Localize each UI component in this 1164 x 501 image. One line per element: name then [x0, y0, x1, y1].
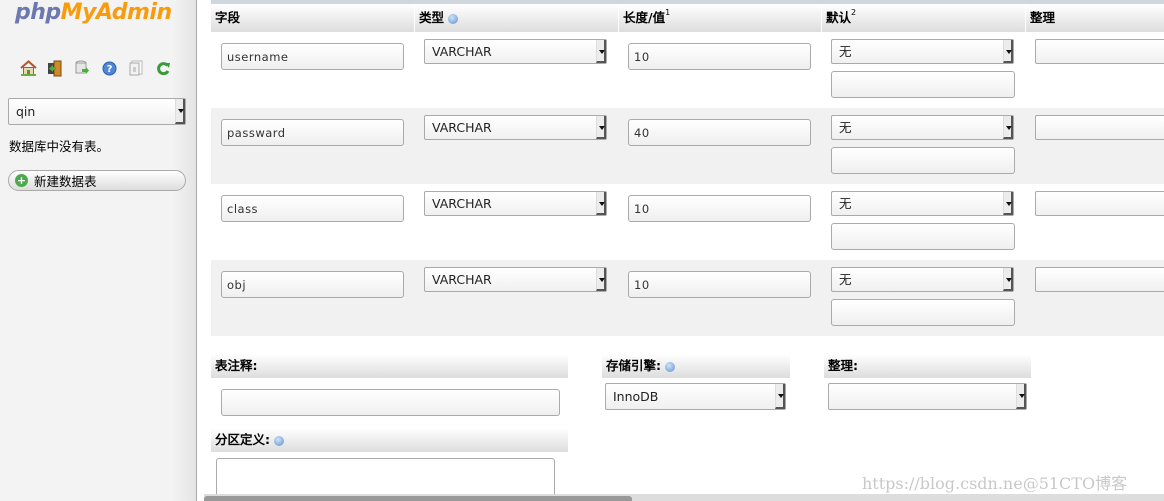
header-type-label: 类型 — [419, 10, 445, 25]
partition-label: 分区定义: — [215, 432, 270, 447]
column-name-input[interactable]: obj — [221, 271, 404, 298]
column-type-select[interactable]: VARCHAR — [424, 115, 607, 140]
svg-text:?: ? — [106, 64, 112, 75]
new-table-button-label: 新建数据表 — [34, 174, 97, 189]
header-type: 类型 — [414, 4, 618, 32]
help-icon[interactable] — [274, 435, 284, 446]
storage-engine-value: InnoDB — [613, 389, 659, 404]
column-collation-select[interactable] — [1035, 267, 1164, 292]
table-comment-header: 表注释: — [211, 354, 568, 378]
column-default-select[interactable]: 无 — [831, 39, 1014, 64]
storage-engine-label: 存储引擎: — [606, 358, 661, 373]
column-length-input[interactable]: 10 — [628, 271, 811, 298]
no-tables-message: 数据库中没有表。 — [9, 139, 110, 154]
logout-icon[interactable] — [46, 59, 64, 77]
chevron-down-icon — [775, 384, 785, 409]
header-collation-label: 整理 — [1030, 10, 1056, 25]
column-collation-select[interactable] — [1035, 115, 1164, 140]
logo-myadmin-text: MyAdmin — [60, 0, 172, 25]
column-name-input[interactable]: class — [221, 195, 404, 222]
logo-php-text: php — [15, 0, 61, 25]
nav-icon-bar: ? — [19, 59, 181, 77]
column-type-value: VARCHAR — [432, 196, 492, 211]
query-window-icon[interactable] — [73, 59, 91, 77]
table-collation-select[interactable] — [828, 383, 1027, 410]
scrollbar-thumb[interactable] — [204, 496, 632, 501]
storage-engine-select[interactable]: InnoDB — [605, 383, 786, 410]
new-table-button[interactable]: + 新建数据表 — [8, 170, 186, 191]
column-default-value: 无 — [839, 196, 852, 211]
table-comment-label: 表注释: — [215, 358, 258, 373]
column-default-select[interactable]: 无 — [831, 191, 1014, 216]
header-name: 字段 — [211, 4, 414, 32]
column-default-value: 无 — [839, 272, 852, 287]
header-length: 长度/值1 — [618, 4, 821, 32]
column-name-input[interactable]: passward — [221, 119, 404, 146]
table-row: username VARCHAR 10 无 — [211, 32, 1164, 108]
column-length-input[interactable]: 40 — [628, 119, 811, 146]
column-default-value: 无 — [839, 44, 852, 59]
column-default-value-input[interactable] — [831, 223, 1015, 250]
columns-table-header: 字段 类型 长度/值1 默认2 整理 — [211, 4, 1164, 32]
main-content: 字段 类型 长度/值1 默认2 整理 username VARCHAR 10 无… — [198, 0, 1164, 501]
storage-engine-header: 存储引擎: — [602, 354, 790, 378]
chevron-down-icon — [1003, 116, 1013, 139]
column-collation-select[interactable] — [1035, 39, 1164, 64]
chevron-down-icon — [1003, 268, 1013, 291]
chevron-down-icon — [596, 192, 606, 215]
table-row: passward VARCHAR 40 无 — [211, 108, 1164, 184]
phpmyadmin-window: phpMyAdmin ? qin 数据库中没有表。 + 新建数据表 字段 类型 … — [0, 0, 1164, 501]
column-type-value: VARCHAR — [432, 44, 492, 59]
column-name-input[interactable]: username — [221, 43, 404, 70]
chevron-down-icon — [596, 268, 606, 291]
table-collation-header: 整理: — [824, 354, 1031, 378]
plus-icon: + — [15, 174, 28, 187]
footnote-marker: 1 — [665, 8, 671, 17]
column-default-value: 无 — [839, 120, 852, 135]
column-type-select[interactable]: VARCHAR — [424, 191, 607, 216]
column-type-select[interactable]: VARCHAR — [424, 267, 607, 292]
chevron-down-icon — [1016, 384, 1026, 409]
partition-header: 分区定义: — [211, 428, 568, 452]
table-row: obj VARCHAR 10 无 — [211, 260, 1164, 336]
chevron-down-icon — [1003, 192, 1013, 215]
column-default-select[interactable]: 无 — [831, 267, 1014, 292]
table-row: class VARCHAR 10 无 — [211, 184, 1164, 260]
column-default-value-input[interactable] — [831, 147, 1015, 174]
column-default-value-input[interactable] — [831, 71, 1015, 98]
navigation-sidebar: phpMyAdmin ? qin 数据库中没有表。 + 新建数据表 — [0, 0, 197, 501]
header-name-label: 字段 — [215, 10, 241, 25]
footnote-marker: 2 — [851, 8, 857, 17]
chevron-down-icon — [596, 116, 606, 139]
help-icon[interactable] — [448, 13, 459, 24]
reload-icon[interactable] — [154, 59, 172, 77]
column-type-value: VARCHAR — [432, 272, 492, 287]
database-select[interactable]: qin — [8, 98, 186, 125]
chevron-down-icon — [596, 40, 606, 63]
column-default-select[interactable]: 无 — [831, 115, 1014, 140]
phpmyadmin-logo[interactable]: phpMyAdmin — [15, 0, 172, 25]
column-type-select[interactable]: VARCHAR — [424, 39, 607, 64]
documentation-icon[interactable] — [127, 59, 145, 77]
home-icon[interactable] — [19, 59, 37, 77]
column-length-input[interactable]: 10 — [628, 43, 811, 70]
column-default-value-input[interactable] — [831, 299, 1015, 326]
chevron-down-icon — [175, 99, 185, 124]
help-icon[interactable] — [665, 361, 675, 372]
table-comment-input[interactable] — [221, 389, 560, 416]
table-collation-label: 整理: — [828, 358, 858, 373]
header-length-label: 长度/值 — [623, 10, 666, 25]
column-length-input[interactable]: 10 — [628, 195, 811, 222]
watermark-text: https://blog.csdn.ne@51CTO博客 — [862, 474, 1128, 493]
header-default-label: 默认 — [826, 10, 852, 25]
help-icon[interactable]: ? — [100, 59, 118, 77]
partition-definition-textarea[interactable] — [216, 458, 555, 498]
chevron-down-icon — [1003, 40, 1013, 63]
header-collation: 整理 — [1025, 4, 1164, 32]
horizontal-scrollbar[interactable] — [204, 494, 1164, 501]
database-select-value: qin — [16, 104, 36, 119]
column-type-value: VARCHAR — [432, 120, 492, 135]
header-default: 默认2 — [821, 4, 1025, 32]
column-collation-select[interactable] — [1035, 191, 1164, 216]
